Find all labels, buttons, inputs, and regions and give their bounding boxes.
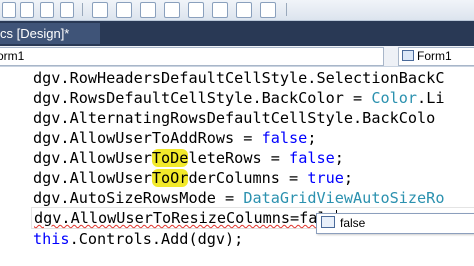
member-selector-value: Form1 (417, 49, 452, 63)
member-selector-dropdown[interactable]: Form1 (398, 47, 474, 66)
code-line-4: dgv.AllowUserToAddRows = false; (33, 129, 317, 147)
toolbar-button-2[interactable] (20, 2, 34, 18)
keyword-icon (321, 216, 335, 228)
toolbar-button-9[interactable] (188, 2, 204, 18)
code-line-6: dgv.AllowUserToOrderColumns = true; (33, 169, 354, 187)
toolbar-button-11[interactable] (236, 2, 252, 18)
toolbar (0, 0, 474, 21)
type-selector-value: orm1 (0, 49, 25, 63)
toolbar-button-7[interactable] (140, 2, 156, 18)
code-line-5: dgv.AllowUserToDeleteRows = false; (33, 149, 344, 167)
code-editor[interactable]: dgv.RowHeadersDefaultCellStyle.Selection… (0, 67, 474, 266)
navigation-bar: orm1 Form1 (0, 46, 474, 67)
toolbar-button-6[interactable] (116, 2, 132, 18)
toolbar-button-1[interactable] (2, 2, 16, 18)
toolbar-button-3[interactable] (40, 2, 54, 18)
intellisense-popup[interactable]: false (316, 213, 474, 234)
code-line-1: dgv.RowHeadersDefaultCellStyle.Selection… (33, 69, 445, 87)
toolbar-separator (286, 3, 287, 16)
intellisense-item[interactable]: false (340, 216, 365, 230)
document-tab-title: cs [Design]* (0, 26, 70, 41)
code-line-2: dgv.RowsDefaultCellStyle.BackColor = Col… (33, 89, 445, 107)
code-line-7: dgv.AutoSizeRowsMode = DataGridViewAutoS… (33, 189, 445, 207)
error-squiggle: dgv.AllowUserToResizeColumns=fals (34, 209, 336, 227)
highlight-marker: ToOr (151, 169, 189, 187)
type-selector-dropdown[interactable]: orm1 (0, 47, 384, 66)
toolbar-button-5[interactable] (92, 2, 108, 18)
toolbar-button-12[interactable] (260, 2, 276, 18)
toolbar-button-4[interactable] (60, 2, 74, 18)
toolbar-button-10[interactable] (212, 2, 228, 18)
toolbar-button-8[interactable] (164, 2, 180, 18)
code-line-9: this.Controls.Add(dgv); (33, 230, 244, 248)
code-line-3: dgv.AlternatingRowsDefaultCellStyle.Back… (33, 109, 436, 127)
class-icon (402, 50, 414, 61)
highlight-marker: ToDe (151, 149, 189, 167)
document-tab[interactable]: cs [Design]* (0, 23, 100, 44)
toolbar-separator (82, 3, 83, 16)
document-tab-strip: cs [Design]* (0, 21, 474, 46)
